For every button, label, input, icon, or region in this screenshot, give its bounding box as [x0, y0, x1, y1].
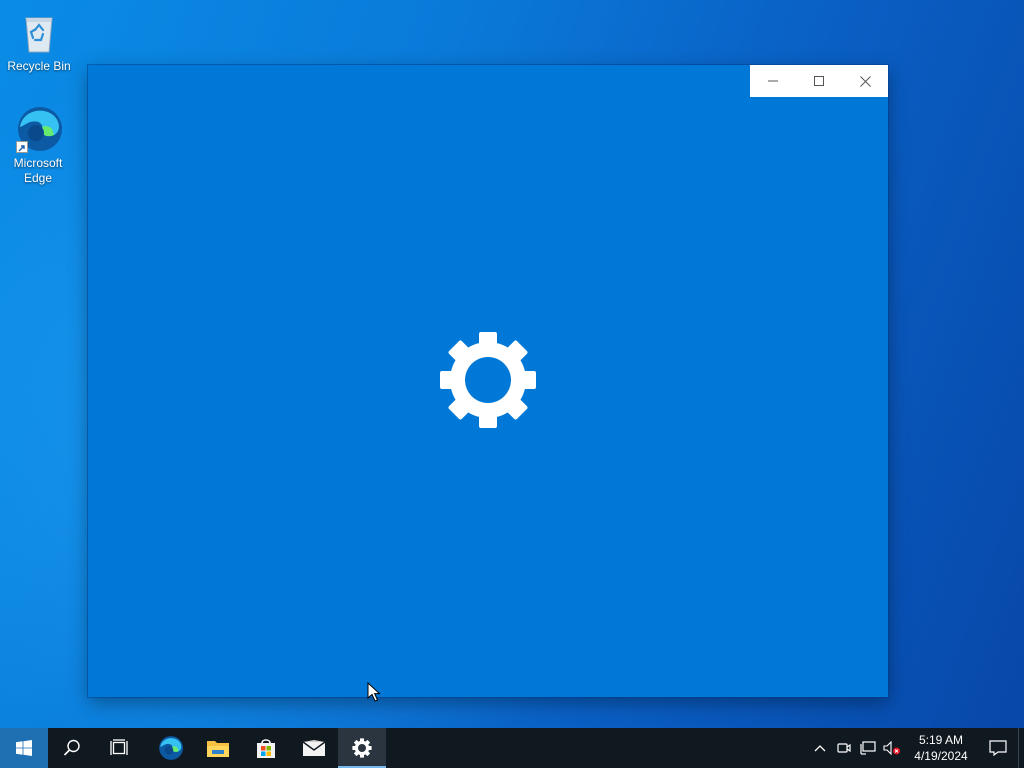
clock-time: 5:19 AM: [918, 733, 964, 747]
meet-now-icon: [837, 743, 851, 753]
recycle-bin-label: Recycle Bin: [7, 59, 71, 73]
recycle-bin-icon: [15, 8, 63, 56]
taskbar-mail-button[interactable]: [290, 728, 338, 768]
gear-icon: [352, 738, 372, 758]
shortcut-arrow-icon: [16, 141, 28, 153]
taskbar-clock[interactable]: 5:19 AM 4/19/2024: [904, 732, 978, 764]
action-center-icon: [989, 740, 1007, 756]
action-center-button[interactable]: [978, 728, 1018, 768]
minimize-icon: [768, 80, 778, 82]
network-button[interactable]: [856, 728, 880, 768]
meet-now-button[interactable]: [832, 728, 856, 768]
store-icon: [257, 739, 275, 758]
volume-muted-icon: [883, 741, 900, 755]
network-icon: [860, 741, 876, 755]
desktop-icon-microsoft-edge[interactable]: Microsoft Edge: [0, 105, 76, 186]
minimize-button[interactable]: [750, 65, 796, 97]
start-button[interactable]: [0, 728, 48, 768]
edge-icon: [14, 105, 62, 153]
taskbar: 5:19 AM 4/19/2024: [0, 728, 1024, 768]
taskbar-file-explorer-button[interactable]: [194, 728, 242, 768]
search-icon: [63, 739, 80, 756]
desktop-icon-recycle-bin[interactable]: Recycle Bin: [1, 8, 77, 74]
search-button[interactable]: [48, 728, 96, 768]
window-caption-buttons: [750, 65, 888, 97]
taskbar-settings-button[interactable]: [338, 728, 386, 768]
system-tray: 5:19 AM 4/19/2024: [808, 728, 1024, 768]
maximize-button[interactable]: [796, 65, 842, 97]
close-button[interactable]: [842, 65, 888, 97]
edge-label: Microsoft Edge: [13, 156, 63, 185]
task-view-icon: [110, 739, 128, 755]
close-icon: [859, 75, 871, 87]
taskbar-edge-button[interactable]: [146, 728, 194, 768]
chevron-up-icon: [814, 745, 826, 752]
maximize-icon: [814, 76, 824, 86]
clock-date: 4/19/2024: [914, 749, 968, 763]
mouse-cursor-icon: [367, 682, 381, 702]
settings-window[interactable]: [88, 65, 888, 697]
gear-icon: [440, 332, 536, 428]
volume-button[interactable]: [880, 728, 904, 768]
show-hidden-icons-button[interactable]: [808, 728, 832, 768]
task-view-button[interactable]: [96, 728, 144, 768]
folder-icon: [207, 741, 229, 757]
taskbar-store-button[interactable]: [242, 728, 290, 768]
edge-icon: [159, 736, 183, 760]
show-desktop-button[interactable]: [1018, 728, 1024, 768]
mail-icon: [302, 740, 326, 756]
windows-logo-icon: [16, 740, 32, 756]
